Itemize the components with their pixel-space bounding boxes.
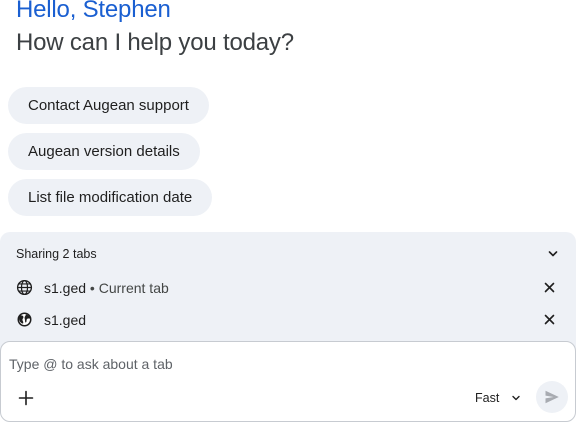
greeting-text: Hello, Stephen [16, 0, 171, 23]
suggestion-chip-file-modification-date[interactable]: List file modification date [8, 179, 213, 216]
model-mode-label: Fast [475, 391, 500, 405]
shared-tab-label: s1.ged • Current tab [44, 279, 169, 297]
prompt-input[interactable] [9, 354, 549, 374]
shared-tabs-title: Sharing 2 tabs [16, 247, 97, 261]
shared-tab-name: s1.ged [44, 280, 87, 296]
shared-tabs-panel: Sharing 2 tabs s1.ged • Current tab s1.g… [0, 232, 576, 352]
close-icon[interactable] [544, 282, 555, 293]
close-icon[interactable] [544, 314, 555, 325]
globe-icon [16, 279, 33, 296]
add-icon[interactable] [17, 389, 35, 407]
current-tab-note: Current tab [98, 280, 169, 296]
assistant-panel: Hello, Stephen How can I help you today?… [0, 0, 576, 422]
shared-tab-item: s1.ged [16, 309, 560, 331]
chevron-down-icon[interactable] [546, 247, 560, 261]
send-button[interactable] [536, 381, 568, 413]
shared-tab-item: s1.ged • Current tab [16, 277, 560, 299]
shared-tab-label: s1.ged [44, 311, 86, 329]
suggestion-chip-version-details[interactable]: Augean version details [8, 133, 200, 170]
earth-icon [17, 312, 32, 327]
suggestion-chip-contact-support[interactable]: Contact Augean support [8, 87, 209, 124]
tab-separator: • [86, 280, 99, 296]
composer-box: Fast [0, 341, 576, 422]
model-mode-select[interactable]: Fast [475, 389, 520, 407]
page-subtitle: How can I help you today? [16, 29, 294, 56]
shared-tab-name: s1.ged [44, 312, 87, 328]
chevron-down-icon [512, 395, 520, 401]
send-icon [545, 390, 559, 404]
